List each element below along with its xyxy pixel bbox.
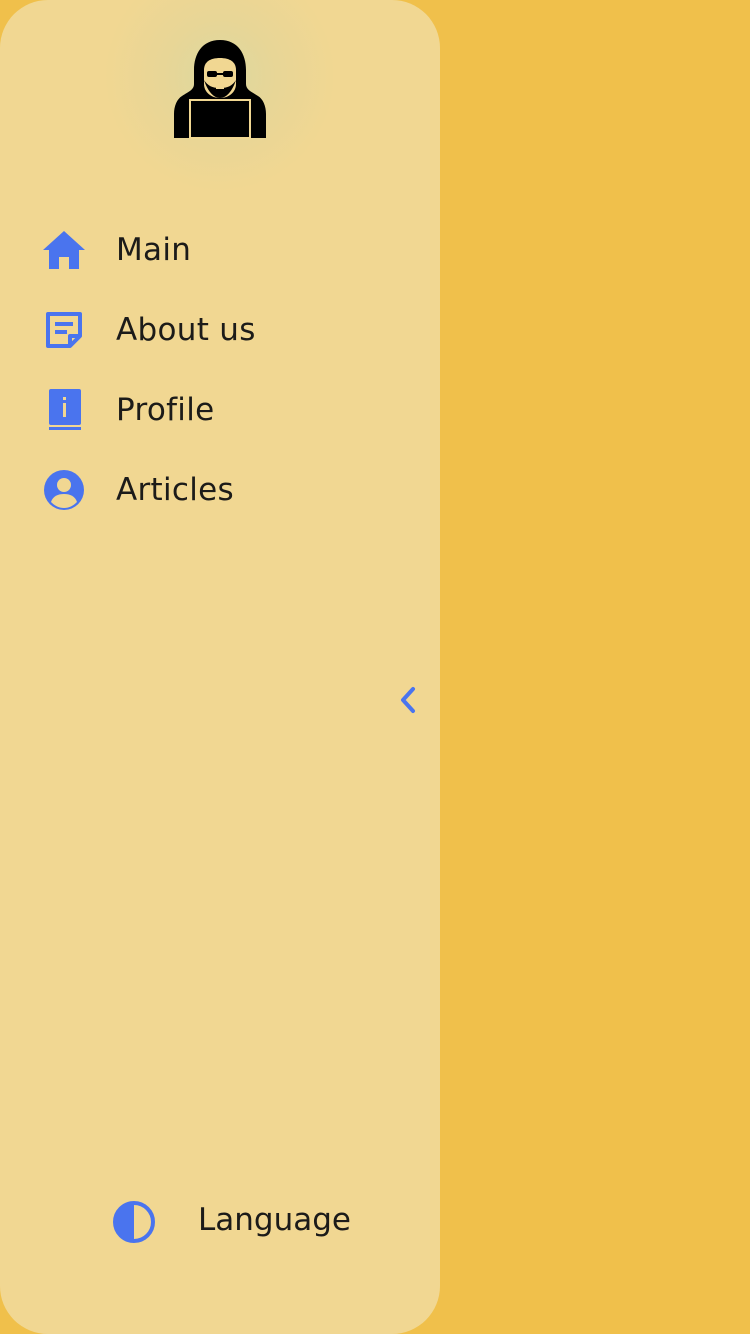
- nav-item-articles[interactable]: Articles: [0, 450, 440, 530]
- nav-item-label: Main: [116, 232, 192, 268]
- collapse-sidebar-button[interactable]: [388, 680, 428, 720]
- nav-item-main[interactable]: Main: [0, 210, 440, 290]
- hacker-avatar-icon: [174, 40, 266, 139]
- app-root: Main About us Profile Articles Language: [0, 0, 750, 1334]
- sidebar-drawer: Main About us Profile Articles Language: [0, 0, 440, 1334]
- chevron-left-icon: [401, 687, 415, 713]
- nav-item-about-us[interactable]: About us: [0, 290, 440, 370]
- nav-item-label: Profile: [116, 392, 215, 428]
- nav-menu: Main About us Profile Articles: [0, 210, 440, 530]
- nav-item-profile[interactable]: Profile: [0, 370, 440, 450]
- user-circle-icon: [42, 468, 86, 512]
- info-book-icon: [42, 388, 86, 432]
- language-toggle[interactable]: Language: [110, 1196, 370, 1248]
- avatar-container: [100, 0, 340, 190]
- home-icon: [42, 228, 86, 272]
- nav-item-label: About us: [116, 312, 256, 348]
- language-label: Language: [198, 1202, 351, 1238]
- nav-item-label: Articles: [116, 472, 234, 508]
- contrast-half-circle-icon: [113, 1201, 155, 1243]
- note-icon: [42, 308, 86, 352]
